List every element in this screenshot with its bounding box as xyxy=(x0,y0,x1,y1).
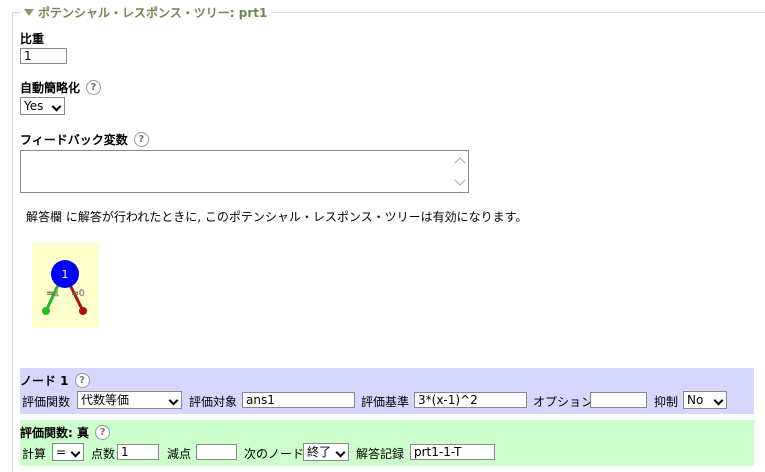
penalty-label: 減点 xyxy=(167,447,192,461)
false-endpoint xyxy=(79,307,87,315)
scroll-down-icon[interactable] xyxy=(454,174,466,186)
fieldset-border-left xyxy=(12,12,13,472)
true-endpoint xyxy=(42,307,50,315)
autosimplify-select[interactable]: Yes xyxy=(20,97,65,115)
true-branch-panel: 評価関数: 真 ? 計算 = 点数 1 減点 次のノード 終了 解答記録 prt… xyxy=(20,420,754,466)
weight-label-text: 比重 xyxy=(20,32,45,46)
weight-label: 比重 xyxy=(20,30,44,47)
quiet-label: 抑制 xyxy=(654,395,679,409)
help-icon[interactable]: ? xyxy=(86,80,102,95)
next-node-label: 次のノード xyxy=(244,447,305,461)
autosimplify-label-text: 自動簡略化 xyxy=(20,81,81,95)
node-row: 評価関数 代数等価 評価対象 ans1 評価基準 3*(x-1)^2 オプション… xyxy=(20,391,754,409)
true-branch-row: 計算 = 点数 1 減点 次のノード 終了 解答記録 prt1-1-T xyxy=(20,443,754,461)
score-mode-select[interactable]: = xyxy=(52,443,84,461)
answernote-label: 解答記録 xyxy=(356,447,405,461)
true-branch-title-text: 評価関数: 真 xyxy=(20,426,89,440)
true-edge-label: =1 xyxy=(46,289,59,299)
quiet-select[interactable]: No xyxy=(683,391,727,409)
tans-label: 評価基準 xyxy=(361,395,410,409)
help-icon[interactable]: ? xyxy=(133,132,149,147)
score-label: 点数 xyxy=(91,447,116,461)
feedbackvars-label: フィードバック変数 ? xyxy=(20,131,149,148)
feedbackvars-textarea[interactable] xyxy=(20,150,469,193)
prt-legend-text: ポテンシャル・レスポンス・ツリー: prt1 xyxy=(38,6,268,20)
score-input[interactable]: 1 xyxy=(117,444,159,460)
help-icon[interactable]: ? xyxy=(94,425,110,440)
answertest-label: 評価関数 xyxy=(22,395,71,409)
prt-legend[interactable]: ポテンシャル・レスポンス・ツリー: prt1 xyxy=(20,4,272,21)
sans-input[interactable]: ans1 xyxy=(242,392,355,408)
tree-node-label: 1 xyxy=(62,268,69,281)
sans-label: 評価対象 xyxy=(189,395,238,409)
help-icon[interactable]: ? xyxy=(74,373,90,388)
node-title-text: ノード 1 xyxy=(20,374,69,388)
false-edge-label: =0 xyxy=(71,289,85,299)
tans-input[interactable]: 3*(x-1)^2 xyxy=(414,392,527,408)
options-input[interactable] xyxy=(590,392,647,408)
prt-status-text: 解答欄 に解答が行われたときに, このポテンシャル・レスポンス・ツリーは有効にな… xyxy=(26,210,528,224)
prt-tree-svg: 1 =1 =0 xyxy=(42,260,87,315)
node-title: ノード 1 ? xyxy=(20,372,90,389)
options-label: オプション xyxy=(533,395,594,409)
collapse-triangle-icon[interactable] xyxy=(24,9,34,16)
prt-tree-graph: 1 =1 =0 xyxy=(32,243,99,328)
scroll-up-icon[interactable] xyxy=(454,157,466,169)
next-node-select[interactable]: 終了 xyxy=(303,443,349,461)
weight-input[interactable]: 1 xyxy=(20,48,67,64)
penalty-input[interactable] xyxy=(196,444,237,460)
autosimplify-label: 自動簡略化 ? xyxy=(20,79,102,96)
answertest-select[interactable]: 代数等価 xyxy=(77,391,182,409)
answernote-input[interactable]: prt1-1-T xyxy=(410,444,495,460)
true-branch-title: 評価関数: 真 ? xyxy=(20,424,110,441)
node-panel: ノード 1 ? 評価関数 代数等価 評価対象 ans1 評価基準 3*(x-1)… xyxy=(20,368,754,414)
score-mode-label: 計算 xyxy=(22,447,47,461)
feedbackvars-label-text: フィードバック変数 xyxy=(20,133,128,147)
